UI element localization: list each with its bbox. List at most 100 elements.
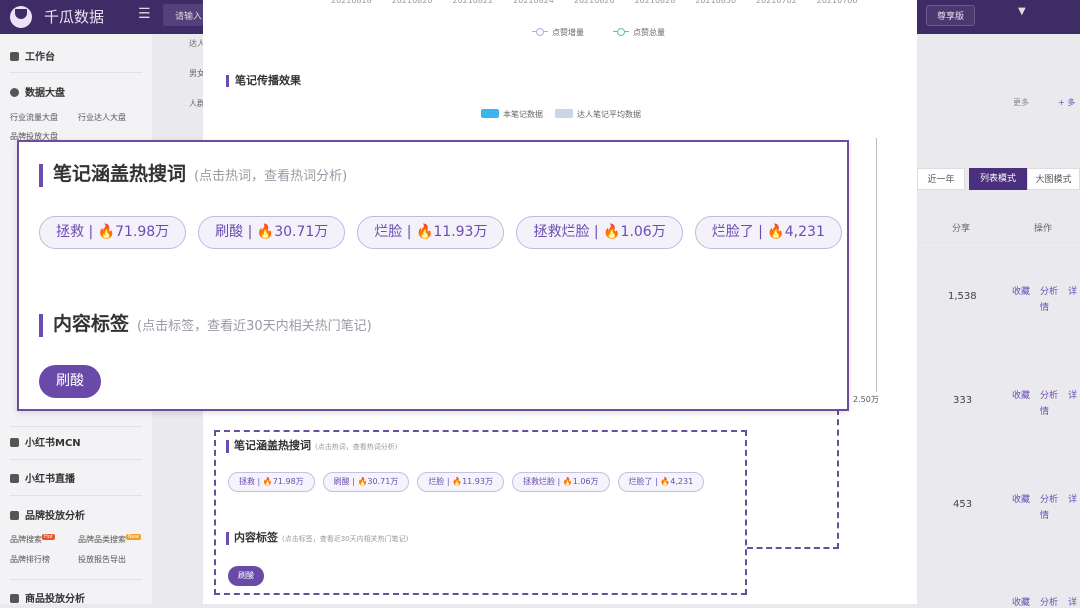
analyze-link[interactable]: 分析 <box>1040 388 1058 401</box>
legend-label: 本笔记数据 <box>503 110 543 119</box>
keyword-chip[interactable]: 烂脸 | 🔥11.93万 <box>357 216 505 249</box>
sidebar-item-brand-rank[interactable]: 品牌排行榜 <box>10 554 50 565</box>
keyword-chip[interactable]: 刷酸 | 🔥30.71万 <box>322 472 410 492</box>
axis-value-label: 2.50万 <box>853 395 879 404</box>
keyword-chip[interactable]: 拯救烂脸 | 🔥1.06万 <box>516 216 683 249</box>
keyword-section-title: 笔记涵盖热搜词 (点击热词，查看热词分析) <box>39 164 347 187</box>
sidebar-item-label: 工作台 <box>25 52 55 63</box>
legend-marker <box>481 109 499 118</box>
sidebar-item-data-board[interactable]: 数据大盘 <box>10 84 65 99</box>
version-badge[interactable]: 尊享版 <box>926 5 976 26</box>
sidebar-item-industry-traffic[interactable]: 行业流量大盘 <box>10 112 58 123</box>
sidebar-item-workbench[interactable]: 工作台 <box>10 48 55 63</box>
legend-like-total[interactable]: 点赞总量 <box>613 27 665 38</box>
keyword-chip[interactable]: 刷酸 | 🔥30.71万 <box>198 216 346 249</box>
menu-icon[interactable]: ☰ <box>138 6 151 22</box>
keyword-section-original: 笔记涵盖热搜词 (点击热词，查看热词分析) 拯救 | 🔥71.98万 刷酸 | 🔥… <box>214 430 747 595</box>
x-tick-label: 20210830 <box>695 0 737 5</box>
content-tag[interactable]: 刷酸 <box>228 566 264 586</box>
sidebar-item-ad-report[interactable]: 投放报告导出 <box>78 554 126 565</box>
chip-value: 71.98万 <box>115 224 170 240</box>
year-filter-button[interactable]: 近一年 <box>917 168 965 190</box>
chip-label: 烂脸 | <box>374 224 416 240</box>
more-plus-link[interactable]: + 多 <box>1058 97 1075 108</box>
sidebar-item-brand-analysis[interactable]: 品牌投放分析 <box>10 507 85 522</box>
legend-label: 达人笔记平均数据 <box>577 110 641 119</box>
legend-marker <box>555 109 573 118</box>
favorite-link[interactable]: 收藏 <box>1012 284 1030 297</box>
chip-value: 71.98万 <box>272 477 304 486</box>
tag-section-title: 内容标签 (点击标签，查看近30天内相关热门笔记) <box>226 532 408 545</box>
grid-mode-button[interactable]: 大图模式 <box>1027 168 1080 190</box>
sidebar-item-product-analysis[interactable]: 商品投放分析 <box>10 590 85 605</box>
fire-icon: 🔥 <box>452 477 463 486</box>
legend-like-increase[interactable]: 点赞增量 <box>532 27 584 38</box>
analyze-link[interactable]: 分析 <box>1040 595 1058 608</box>
sidebar-item-mcn[interactable]: 小红书MCN <box>10 434 81 449</box>
logo-icon[interactable] <box>10 6 32 28</box>
detail-link[interactable]: 详 <box>1068 492 1077 505</box>
column-header-ops: 操作 <box>1034 224 1053 234</box>
keyword-chip[interactable]: 烂脸了 | 🔥4,231 <box>617 472 705 492</box>
chip-label: 拯救烂脸 | <box>533 224 604 240</box>
fire-icon: 🔥 <box>562 477 573 486</box>
x-axis-dates: 20210818 20210820 20210822 20210824 2021… <box>331 0 857 5</box>
zoom-connector <box>837 409 839 549</box>
content-tag[interactable]: 刷酸 <box>39 365 101 398</box>
chip-value: 4,231 <box>784 224 825 240</box>
analyze-link-suffix[interactable]: 情 <box>1040 404 1049 417</box>
share-count: 1,538 <box>948 291 977 302</box>
keyword-chip[interactable]: 拯救 | 🔥71.98万 <box>39 216 187 249</box>
keyword-chip[interactable]: 拯救 | 🔥71.98万 <box>228 472 315 492</box>
analyze-link-suffix[interactable]: 情 <box>1040 300 1049 313</box>
pie-chart-icon <box>10 88 19 97</box>
x-tick-label: 20210820 <box>391 0 433 5</box>
sidebar-item-category-search[interactable]: 品牌品类搜索 New <box>78 534 141 545</box>
favorite-link[interactable]: 收藏 <box>1012 492 1030 505</box>
video-icon <box>10 474 19 483</box>
hot-badge: Hot <box>42 534 55 540</box>
section-title-text: 内容标签 <box>53 313 130 335</box>
sidebar-item-label: 品牌搜索 <box>10 535 42 544</box>
sidebar-item-label: 品牌投放分析 <box>25 511 85 522</box>
section-hint: (点击热词，查看热词分析) <box>194 169 348 184</box>
brand-name[interactable]: 千瓜数据 <box>44 6 104 27</box>
legend-marker <box>613 28 629 36</box>
detail-link[interactable]: 详 <box>1068 388 1077 401</box>
keyword-chip[interactable]: 烂脸了 | 🔥4,231 <box>694 216 842 249</box>
chip-value: 11.93万 <box>433 224 488 240</box>
chip-label: 烂脸了 | <box>628 477 661 486</box>
more-link[interactable]: 更多 <box>1013 97 1029 108</box>
chip-value: 30.71万 <box>367 477 399 486</box>
detail-link[interactable]: 详 <box>1068 284 1077 297</box>
zoom-connector <box>747 547 839 549</box>
favorite-link[interactable]: 收藏 <box>1012 595 1030 608</box>
analyze-link[interactable]: 分析 <box>1040 492 1058 505</box>
grid-icon <box>10 52 19 61</box>
search-input[interactable]: 请输入 <box>163 4 205 26</box>
chip-value: 30.71万 <box>274 224 329 240</box>
caret-down-icon[interactable]: ▼ <box>1018 6 1026 17</box>
analyze-link-suffix[interactable]: 情 <box>1040 508 1049 521</box>
legend-marker <box>532 28 548 36</box>
detail-link[interactable]: 详 <box>1068 595 1077 608</box>
spread-effect-title: 笔记传播效果 <box>226 75 301 87</box>
keyword-chip-list: 拯救 | 🔥71.98万 刷酸 | 🔥30.71万 烂脸 | 🔥11.93万 拯… <box>39 216 842 249</box>
analyze-link[interactable]: 分析 <box>1040 284 1058 297</box>
keyword-chip[interactable]: 拯救烂脸 | 🔥1.06万 <box>511 472 610 492</box>
favorite-link[interactable]: 收藏 <box>1012 388 1030 401</box>
fire-icon: 🔥 <box>603 224 621 240</box>
legend-this-note[interactable]: 本笔记数据 <box>481 109 543 120</box>
legend-average[interactable]: 达人笔记平均数据 <box>555 109 641 120</box>
section-title-text: 内容标签 <box>234 531 278 544</box>
sidebar-item-industry-kol[interactable]: 行业达人大盘 <box>78 112 126 123</box>
sidebar-item-brand-search[interactable]: 品牌搜索 Hot <box>10 534 55 545</box>
x-tick-label: 20210822 <box>452 0 494 5</box>
sidebar-item-live[interactable]: 小红书直播 <box>10 470 75 485</box>
sidebar-item-label: 商品投放分析 <box>25 594 85 605</box>
keyword-chip[interactable]: 烂脸 | 🔥11.93万 <box>417 472 504 492</box>
fire-icon: 🔥 <box>415 224 434 240</box>
tag-section-title: 内容标签 (点击标签，查看近30天内相关热门笔记) <box>39 314 372 337</box>
list-mode-button[interactable]: 列表模式 <box>969 168 1027 190</box>
x-tick-label: 20210702 <box>756 0 797 5</box>
